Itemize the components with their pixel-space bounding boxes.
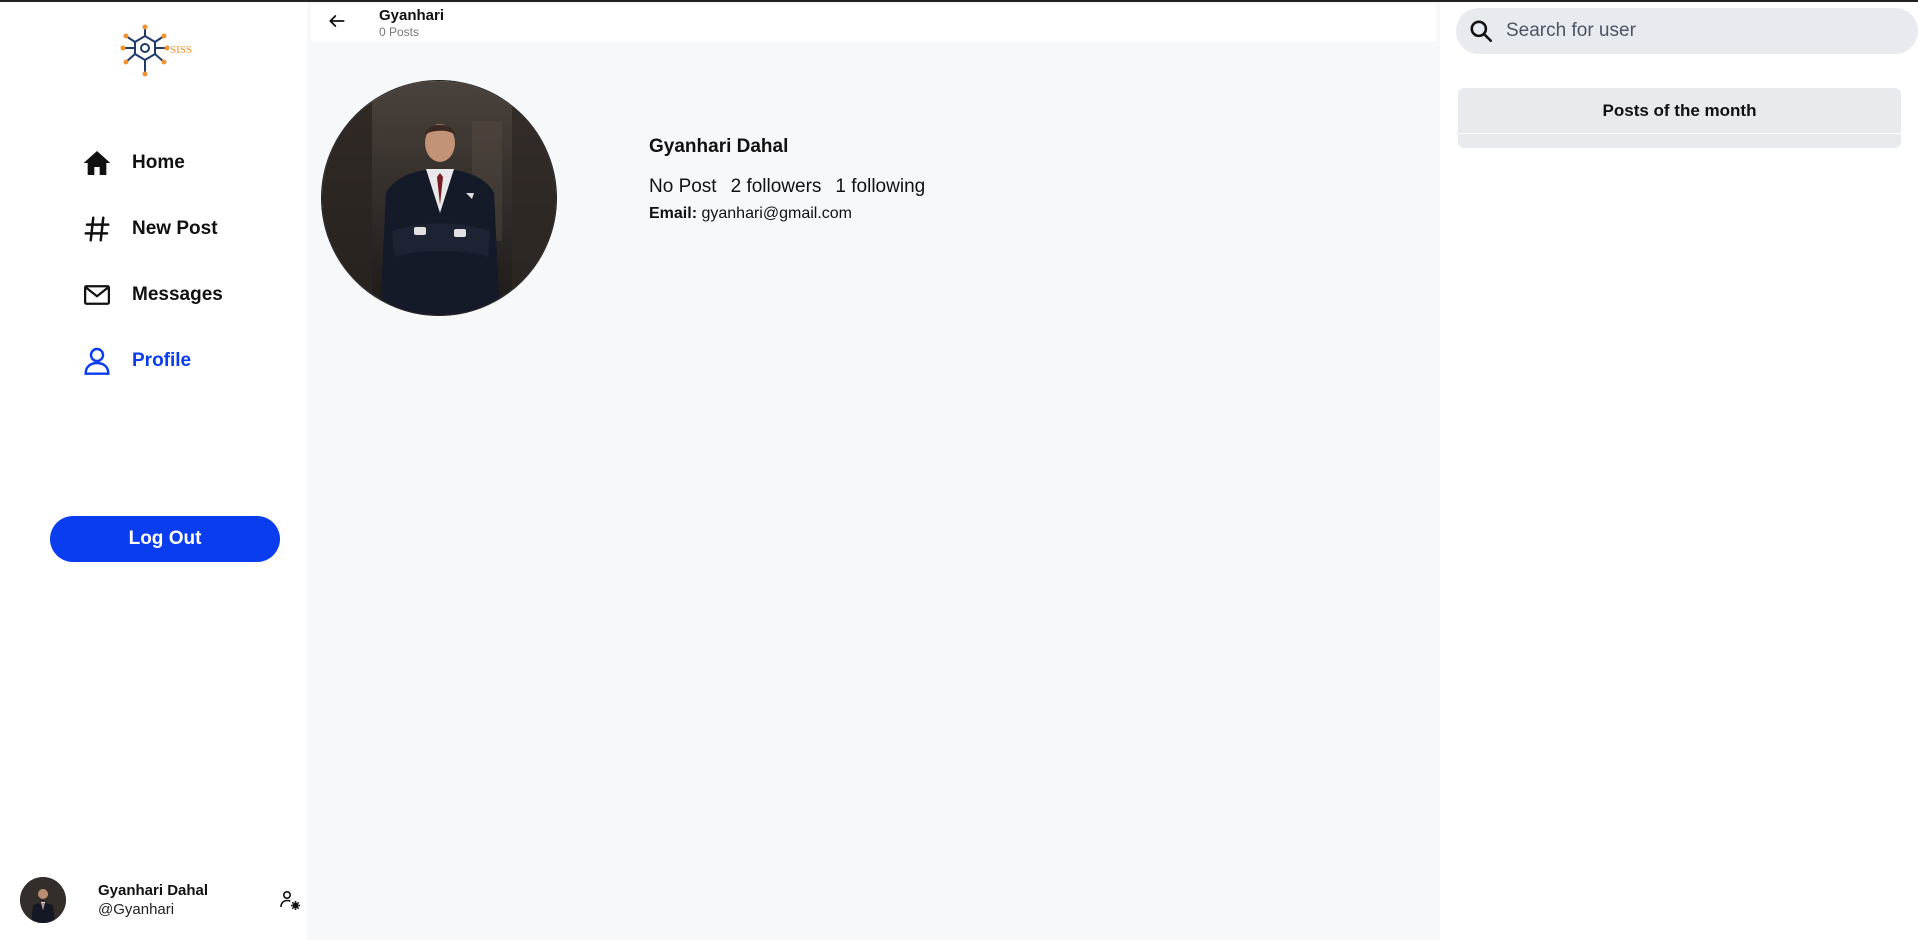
email-label: Email: (649, 205, 698, 222)
posts-of-the-month-title: Posts of the month (1458, 88, 1901, 134)
left-sidebar: SISS Home New Post Messages Profile Log … (0, 2, 307, 940)
user-icon (80, 344, 114, 378)
search-icon (1468, 18, 1494, 44)
page-title: Gyanhari (379, 7, 445, 24)
app-logo[interactable]: SISS (120, 24, 200, 80)
profile-email: Email: gyanhari@gmail.com (649, 205, 939, 223)
main-nav: Home New Post Messages Profile (80, 130, 223, 394)
logo-text: SISS (170, 44, 192, 56)
nav-label-profile: Profile (132, 350, 192, 371)
nav-item-home[interactable]: Home (80, 130, 223, 196)
nav-label-messages: Messages (132, 284, 223, 305)
current-user-name: Gyanhari Dahal (98, 882, 209, 899)
post-stat: No Post (649, 176, 717, 197)
home-icon (80, 146, 114, 180)
post-count: 0 Posts (379, 25, 420, 39)
search-bar[interactable] (1456, 8, 1918, 54)
nav-item-new-post[interactable]: New Post (80, 196, 223, 262)
profile-info: Gyanhari Dahal No Post 2 followers 1 fol… (649, 136, 939, 223)
back-button[interactable] (317, 5, 357, 41)
current-user-card[interactable]: Gyanhari Dahal @Gyanhari (20, 876, 302, 924)
profile-header: Gyanhari 0 Posts (311, 4, 1436, 42)
followers-stat[interactable]: 2 followers (731, 176, 822, 198)
logo-icon: SISS (120, 24, 192, 77)
nav-label-home: Home (132, 152, 185, 173)
user-settings-icon[interactable] (278, 888, 302, 912)
posts-of-the-month-panel: Posts of the month (1458, 88, 1901, 148)
profile-name: Gyanhari Dahal (649, 136, 789, 157)
nav-item-profile[interactable]: Profile (80, 328, 223, 394)
email-value: gyanhari@gmail.com (701, 205, 852, 222)
arrow-left-icon (327, 11, 347, 36)
hashtag-icon (80, 212, 114, 246)
search-input[interactable] (1506, 20, 1918, 42)
nav-label-new-post: New Post (132, 218, 218, 239)
profile-stats: No Post 2 followers 1 following (649, 176, 939, 198)
logout-button[interactable]: Log Out (50, 516, 280, 562)
right-sidebar: Posts of the month (1440, 2, 1918, 940)
profile-main: Gyanhari 0 Posts Gyanhari Dahal No Post … (307, 2, 1440, 940)
avatar (20, 877, 66, 923)
profile-photo (321, 80, 557, 316)
nav-item-messages[interactable]: Messages (80, 262, 223, 328)
mail-icon (80, 278, 114, 312)
following-stat[interactable]: 1 following (835, 176, 925, 198)
current-user-handle: @Gyanhari (98, 901, 175, 918)
